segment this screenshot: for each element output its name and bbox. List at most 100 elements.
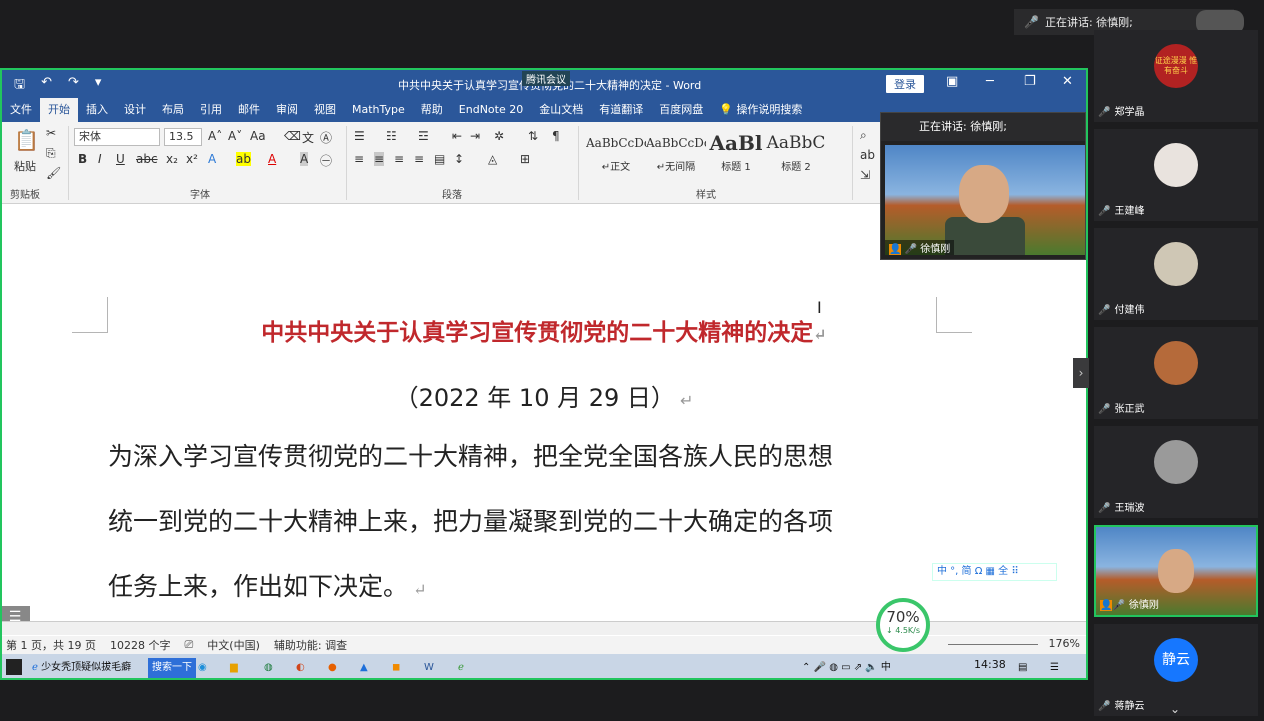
tab-youdao[interactable]: 有道翻译 bbox=[591, 98, 651, 122]
align-right-icon[interactable]: ≡ bbox=[394, 152, 404, 166]
find-icon[interactable]: ⌕ bbox=[860, 128, 867, 143]
participant-tile[interactable]: 🎤 张正武 bbox=[1094, 327, 1258, 419]
chevron-down-icon[interactable]: ⌄ bbox=[1170, 702, 1180, 716]
tab-insert[interactable]: 插入 bbox=[78, 98, 116, 122]
asian-layout-icon[interactable]: ✲ bbox=[494, 129, 504, 143]
strikethrough-icon[interactable]: abc bbox=[136, 152, 158, 166]
save-icon[interactable]: 🖫 bbox=[14, 75, 25, 97]
style-heading-1[interactable]: AaBl 标题 1 bbox=[706, 128, 766, 173]
underline-icon[interactable]: U bbox=[116, 152, 125, 166]
tab-home[interactable]: 开始 bbox=[40, 98, 78, 122]
app-icon[interactable]: ◍ bbox=[264, 658, 273, 678]
customize-qa-icon[interactable]: ▾ bbox=[95, 75, 102, 97]
bullets-icon[interactable]: ☰ bbox=[354, 129, 365, 143]
paste-icon[interactable]: 📋 bbox=[14, 128, 39, 152]
participant-tile[interactable]: 🎤 付建伟 bbox=[1094, 228, 1258, 320]
tab-endnote[interactable]: EndNote 20 bbox=[451, 98, 531, 122]
login-button[interactable]: 登录 bbox=[886, 75, 924, 93]
page-count[interactable]: 第 1 页，共 19 页 bbox=[6, 637, 96, 653]
change-case-icon[interactable]: Aa bbox=[250, 129, 266, 143]
align-left-icon[interactable]: ≡ bbox=[354, 152, 364, 166]
grow-font-icon[interactable]: A˄ bbox=[208, 129, 222, 143]
select-icon[interactable]: ⇲ bbox=[860, 168, 870, 182]
language[interactable]: 中文(中国) bbox=[207, 637, 260, 653]
ie-green-icon[interactable]: ℯ bbox=[458, 658, 464, 678]
undo-icon[interactable]: ↶ bbox=[41, 75, 52, 97]
style-heading-2[interactable]: AaBbC 标题 2 bbox=[766, 128, 826, 173]
multilevel-list-icon[interactable]: ☲ bbox=[418, 129, 429, 143]
collapse-panel-button[interactable]: › bbox=[1073, 358, 1089, 388]
tab-layout[interactable]: 布局 bbox=[154, 98, 192, 122]
tell-me-search[interactable]: 💡 操作说明搜索 bbox=[711, 98, 810, 122]
zoom-slider[interactable] bbox=[948, 644, 1038, 645]
style-normal[interactable]: AaBbCcDc ↵正文 bbox=[586, 128, 646, 173]
tab-view[interactable]: 视图 bbox=[306, 98, 344, 122]
distributed-icon[interactable]: ▤ bbox=[434, 152, 445, 166]
floating-speaker-video[interactable]: 正在讲话: 徐慎刚; 👤 🎤 徐慎刚 bbox=[880, 112, 1086, 260]
justify-icon[interactable]: ≡ bbox=[414, 152, 424, 166]
accessibility-status[interactable]: 辅助功能: 调查 bbox=[274, 637, 347, 653]
start-icon[interactable] bbox=[6, 659, 22, 675]
font-name-select[interactable]: 宋体 bbox=[74, 128, 160, 146]
subscript-icon[interactable]: x₂ bbox=[166, 152, 178, 166]
shading-icon[interactable]: ◬ bbox=[488, 152, 497, 166]
word-icon[interactable]: W bbox=[424, 658, 434, 678]
restore-icon[interactable]: ❐ bbox=[1024, 74, 1036, 89]
wechat-icon[interactable]: ◼ bbox=[392, 658, 400, 678]
minimize-icon[interactable]: ─ bbox=[986, 74, 994, 89]
borders-icon[interactable]: ⊞ bbox=[520, 152, 530, 166]
italic-icon[interactable]: I bbox=[98, 152, 102, 166]
bold-icon[interactable]: B bbox=[78, 152, 87, 166]
powerpoint-icon[interactable]: ◐ bbox=[296, 658, 305, 678]
increase-indent-icon[interactable]: ⇥ bbox=[470, 129, 480, 143]
ribbon-display-icon[interactable]: ▣ bbox=[946, 74, 958, 89]
participant-tile[interactable]: 🎤 王瑞波 bbox=[1094, 426, 1258, 518]
close-icon[interactable]: ✕ bbox=[1062, 74, 1073, 89]
cut-icon[interactable]: ✂ bbox=[46, 126, 56, 140]
photos-icon[interactable]: ▲ bbox=[360, 658, 368, 678]
redo-icon[interactable]: ↷ bbox=[68, 75, 79, 97]
phonetic-guide-icon[interactable]: 文 bbox=[302, 129, 314, 146]
tab-references[interactable]: 引用 bbox=[192, 98, 230, 122]
participant-tile-active[interactable]: 👤🎤 徐慎刚 bbox=[1094, 525, 1258, 617]
copy-icon[interactable]: ⎘ bbox=[46, 146, 56, 161]
ime-toolbar[interactable]: 中 °, 简 Ω ▦ 全 ⠿ bbox=[932, 563, 1057, 581]
tab-design[interactable]: 设计 bbox=[116, 98, 154, 122]
tab-baidu-netdisk[interactable]: 百度网盘 bbox=[651, 98, 711, 122]
format-painter-icon[interactable]: 🖌 bbox=[46, 166, 61, 180]
firefox-icon[interactable]: ● bbox=[328, 658, 337, 678]
clear-format-icon[interactable]: ⌫ bbox=[284, 129, 301, 143]
show-marks-icon[interactable]: ¶ bbox=[552, 129, 560, 143]
decrease-indent-icon[interactable]: ⇤ bbox=[452, 129, 462, 143]
tab-help[interactable]: 帮助 bbox=[413, 98, 451, 122]
superscript-icon[interactable]: x² bbox=[186, 152, 198, 166]
paste-label[interactable]: 粘贴 bbox=[14, 158, 36, 174]
document-page[interactable]: 中共中央关于认真学习宣传贯彻党的二十大精神的决定↵ （2022 年 10 月 2… bbox=[2, 205, 1086, 620]
tab-file[interactable]: 文件 bbox=[2, 98, 40, 122]
action-center-icon[interactable]: ☰ bbox=[1050, 658, 1059, 678]
tray-icons[interactable]: ⌃ 🎤 ◍ ▭ ⇗ 🔈 中 bbox=[802, 658, 891, 678]
word-count[interactable]: 10228 个字 bbox=[110, 637, 171, 653]
text-effects-icon[interactable]: A bbox=[208, 152, 216, 166]
proofing-icon[interactable]: ⎚ bbox=[184, 638, 193, 652]
tab-mailings[interactable]: 邮件 bbox=[230, 98, 268, 122]
style-no-spacing[interactable]: AaBbCcDc ↵无间隔 bbox=[646, 128, 706, 173]
char-border-icon[interactable]: Ⓐ bbox=[320, 129, 332, 146]
char-shading-icon[interactable]: A bbox=[300, 152, 309, 166]
file-explorer-icon[interactable]: ▆ bbox=[230, 658, 238, 678]
numbering-icon[interactable]: ☷ bbox=[386, 129, 397, 143]
edge-icon[interactable]: ◉ bbox=[198, 658, 207, 678]
notification-icon[interactable]: ▤ bbox=[1018, 658, 1027, 678]
participant-tile[interactable]: 🎤 王建峰 bbox=[1094, 129, 1258, 221]
zoom-level[interactable]: 176% bbox=[1049, 637, 1080, 650]
font-size-select[interactable]: 13.5 bbox=[164, 128, 202, 146]
taskbar-browser-item[interactable]: ℯ 少女秃顶疑似拔毛癖 bbox=[32, 658, 131, 678]
sort-icon[interactable]: ⇅ bbox=[528, 129, 538, 143]
tab-mathtype[interactable]: MathType bbox=[344, 98, 413, 122]
enclose-char-icon[interactable]: ㊀ bbox=[320, 152, 332, 169]
taskbar-clock[interactable]: 14:38 bbox=[974, 658, 1006, 671]
tab-kingsoft-docs[interactable]: 金山文档 bbox=[531, 98, 591, 122]
participant-tile[interactable]: 证途漫漫 惟有奋斗 🎤 郑学晶 bbox=[1094, 30, 1258, 122]
replace-icon[interactable]: ab bbox=[860, 148, 875, 162]
taskbar-search-button[interactable]: 搜索一下 bbox=[148, 658, 196, 678]
